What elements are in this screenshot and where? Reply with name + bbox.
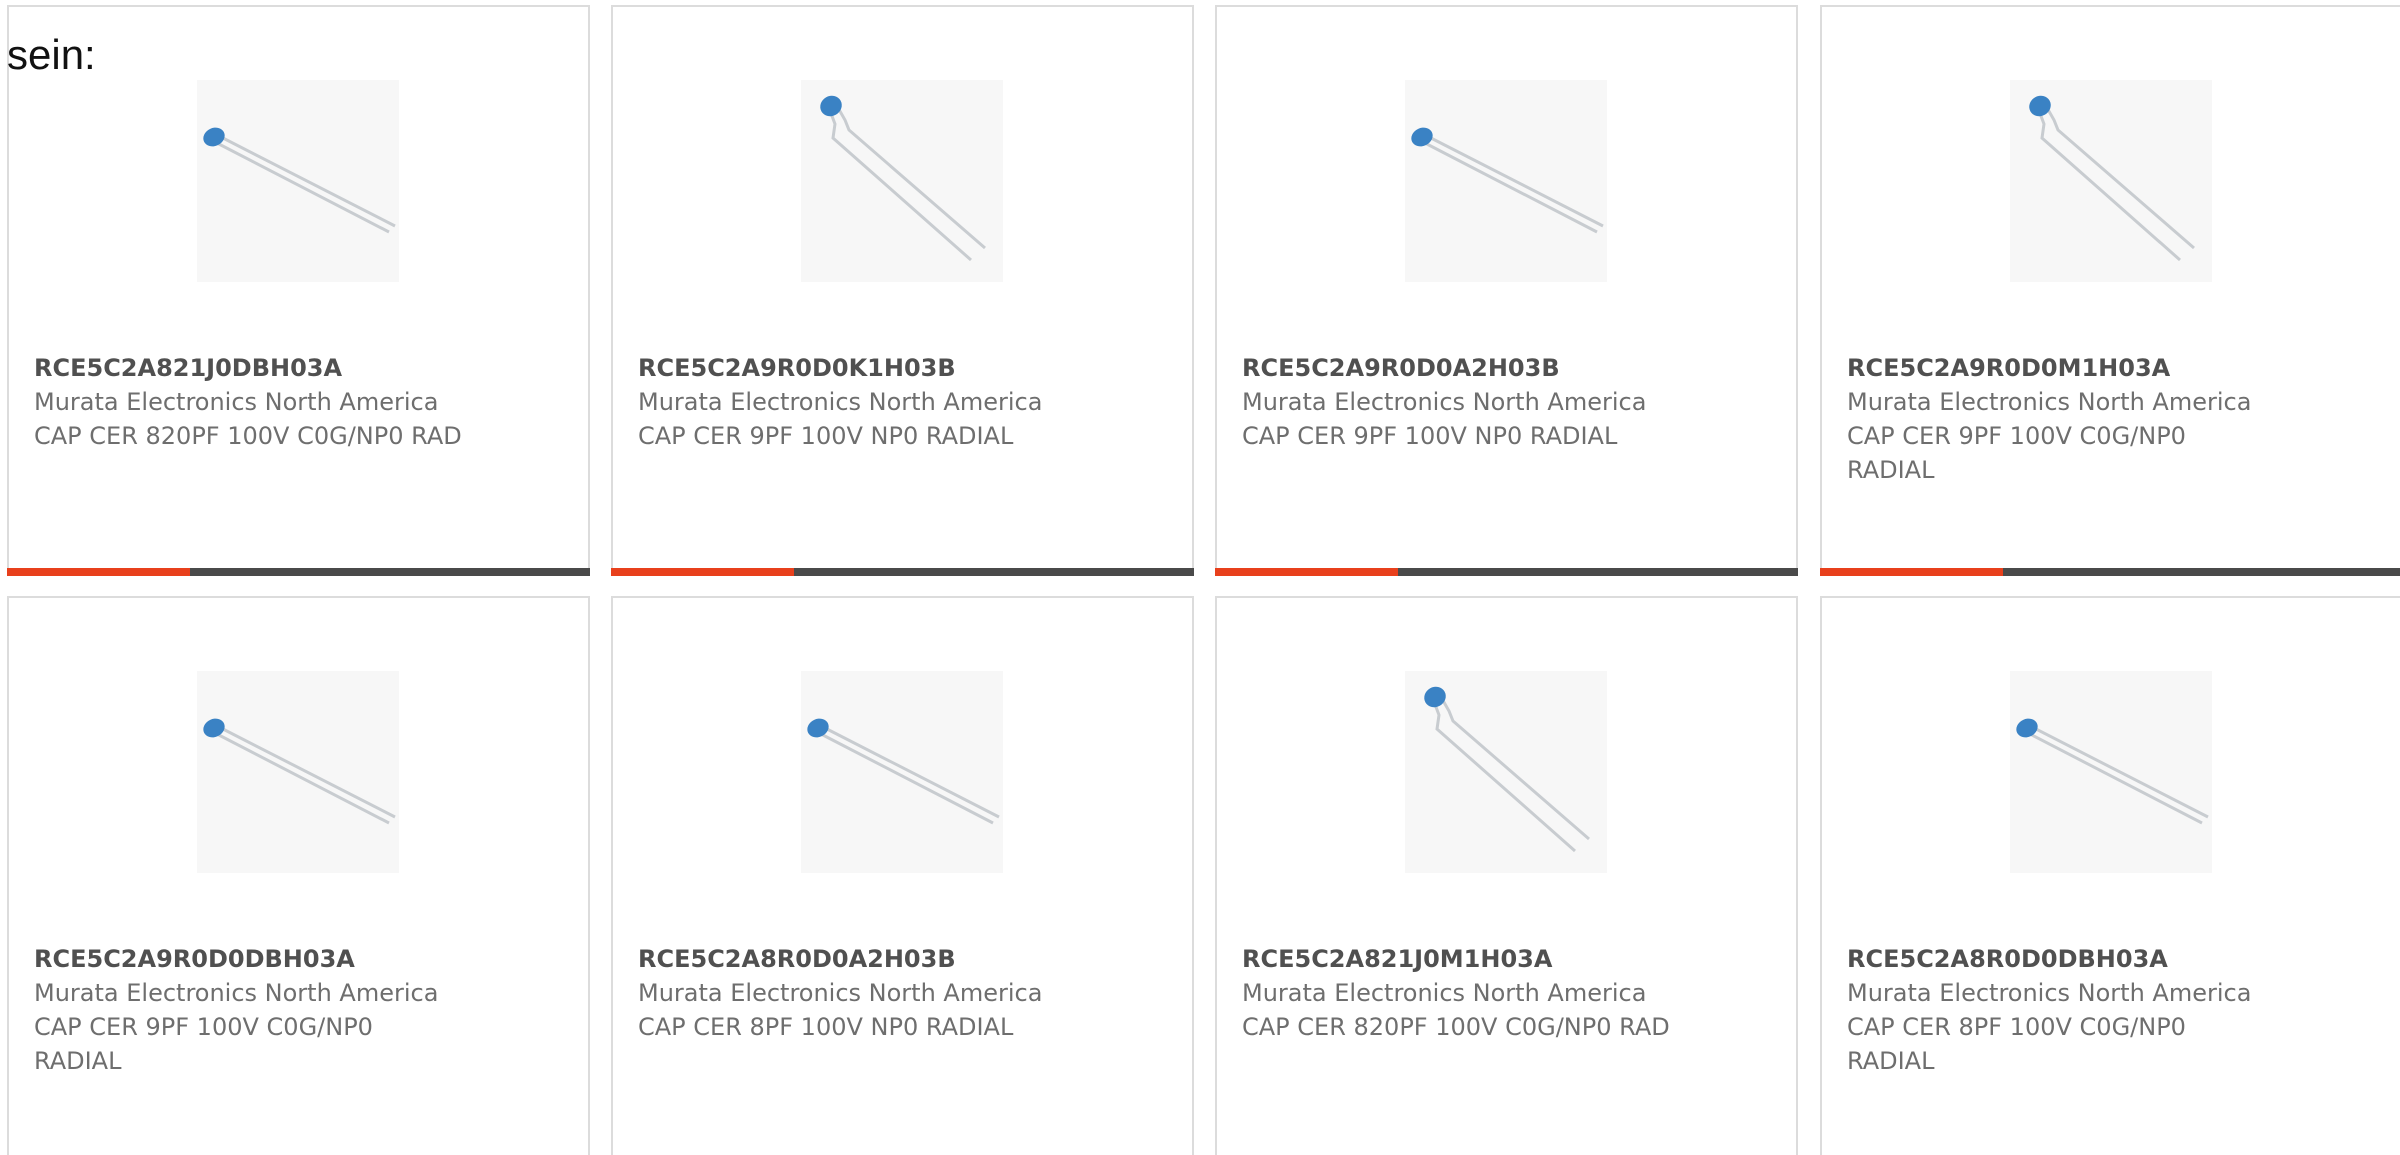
product-grid-page: sein: RCE5C2A821J0DBH03A Murata Electron… xyxy=(0,0,2400,1155)
manufacturer: Murata Electronics North America xyxy=(638,388,1043,416)
manufacturer: Murata Electronics North America xyxy=(1242,388,1647,416)
card-footer-bar xyxy=(7,568,590,576)
product-card[interactable]: RCE5C2A9R0D0M1H03A Murata Electronics No… xyxy=(1820,5,2400,576)
product-description: CAP CER 9PF 100V NP0 RADIAL xyxy=(1242,422,1618,450)
part-number-link[interactable]: RCE5C2A821J0M1H03A xyxy=(1242,942,1672,976)
part-number-link[interactable]: RCE5C2A9R0D0M1H03A xyxy=(1847,351,2277,385)
card-accent-bar xyxy=(1215,568,1398,576)
manufacturer: Murata Electronics North America xyxy=(1242,979,1647,1007)
product-description: CAP CER 9PF 100V C0G/NP0 RADIAL xyxy=(1847,422,2186,484)
manufacturer: Murata Electronics North America xyxy=(34,979,439,1007)
card-footer-bar xyxy=(611,568,1194,576)
product-info: RCE5C2A9R0D0A2H03B Murata Electronics No… xyxy=(1242,351,1672,453)
card-accent-bar xyxy=(611,568,794,576)
part-number-link[interactable]: RCE5C2A9R0D0A2H03B xyxy=(1242,351,1672,385)
capacitor-diagonal-image[interactable] xyxy=(801,671,1003,873)
product-description: CAP CER 8PF 100V NP0 RADIAL xyxy=(638,1013,1014,1041)
capacitor-steep-image[interactable] xyxy=(2010,80,2212,282)
product-card[interactable]: RCE5C2A821J0DBH03A Murata Electronics No… xyxy=(7,5,590,576)
product-description: CAP CER 820PF 100V C0G/NP0 RAD xyxy=(1242,1013,1670,1041)
product-info: RCE5C2A821J0DBH03A Murata Electronics No… xyxy=(34,351,464,453)
product-info: RCE5C2A9R0D0K1H03B Murata Electronics No… xyxy=(638,351,1068,453)
product-card[interactable]: RCE5C2A8R0D0DBH03A Murata Electronics No… xyxy=(1820,596,2400,1155)
product-card[interactable]: RCE5C2A8R0D0A2H03B Murata Electronics No… xyxy=(611,596,1194,1155)
product-info: RCE5C2A821J0M1H03A Murata Electronics No… xyxy=(1242,942,1672,1044)
product-description: CAP CER 820PF 100V C0G/NP0 RAD xyxy=(34,422,462,450)
part-number-link[interactable]: RCE5C2A8R0D0DBH03A xyxy=(1847,942,2277,976)
part-number-link[interactable]: RCE5C2A821J0DBH03A xyxy=(34,351,464,385)
part-number-link[interactable]: RCE5C2A9R0D0K1H03B xyxy=(638,351,1068,385)
product-card[interactable]: RCE5C2A9R0D0K1H03B Murata Electronics No… xyxy=(611,5,1194,576)
product-info: RCE5C2A9R0D0DBH03A Murata Electronics No… xyxy=(34,942,464,1078)
manufacturer: Murata Electronics North America xyxy=(638,979,1043,1007)
manufacturer: Murata Electronics North America xyxy=(1847,979,2252,1007)
product-card[interactable]: RCE5C2A9R0D0DBH03A Murata Electronics No… xyxy=(7,596,590,1155)
part-number-link[interactable]: RCE5C2A9R0D0DBH03A xyxy=(34,942,464,976)
card-footer-bar xyxy=(1820,568,2400,576)
card-accent-bar xyxy=(1820,568,2003,576)
product-info: RCE5C2A9R0D0M1H03A Murata Electronics No… xyxy=(1847,351,2277,487)
capacitor-diagonal-image[interactable] xyxy=(2010,671,2212,873)
card-footer-bar xyxy=(1215,568,1798,576)
product-info: RCE5C2A8R0D0A2H03B Murata Electronics No… xyxy=(638,942,1068,1044)
product-card[interactable]: RCE5C2A9R0D0A2H03B Murata Electronics No… xyxy=(1215,5,1798,576)
product-info: RCE5C2A8R0D0DBH03A Murata Electronics No… xyxy=(1847,942,2277,1078)
capacitor-diagonal-image[interactable] xyxy=(197,80,399,282)
product-description: CAP CER 8PF 100V C0G/NP0 RADIAL xyxy=(1847,1013,2186,1075)
capacitor-steep-image[interactable] xyxy=(1405,671,1607,873)
product-description: CAP CER 9PF 100V NP0 RADIAL xyxy=(638,422,1014,450)
capacitor-diagonal-image[interactable] xyxy=(197,671,399,873)
intro-text: sein: xyxy=(7,31,96,78)
part-number-link[interactable]: RCE5C2A8R0D0A2H03B xyxy=(638,942,1068,976)
capacitor-diagonal-image[interactable] xyxy=(1405,80,1607,282)
manufacturer: Murata Electronics North America xyxy=(34,388,439,416)
card-accent-bar xyxy=(7,568,190,576)
capacitor-steep-image[interactable] xyxy=(801,80,1003,282)
product-card[interactable]: RCE5C2A821J0M1H03A Murata Electronics No… xyxy=(1215,596,1798,1155)
product-description: CAP CER 9PF 100V C0G/NP0 RADIAL xyxy=(34,1013,373,1075)
manufacturer: Murata Electronics North America xyxy=(1847,388,2252,416)
